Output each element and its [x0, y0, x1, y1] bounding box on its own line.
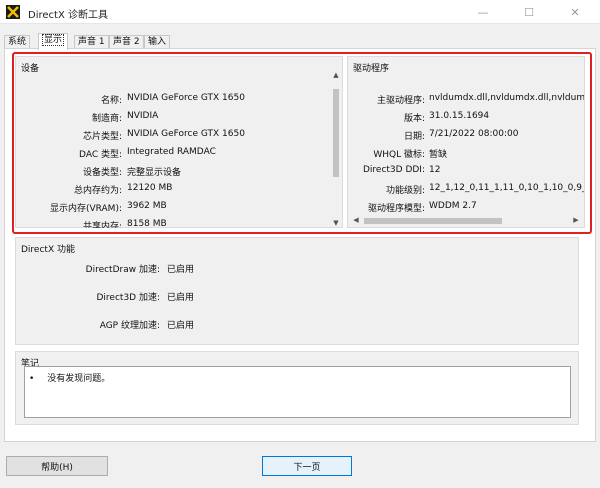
driver-scrollbar[interactable]: ◀ ▶: [350, 215, 582, 227]
device-row: 共享内存: 8158 MB: [16, 219, 326, 228]
driver-group-title: 驱动程序: [353, 64, 390, 74]
driver-value: 12_1,12_0,11_1,11_0,10_1,10_0,9_3,9_2: [429, 183, 585, 193]
driver-value: 12: [429, 165, 441, 175]
directx-icon: [6, 5, 20, 19]
scroll-down-arrow-icon[interactable]: ▼: [330, 219, 342, 227]
driver-value: nvldumdx.dll,nvldumdx.dll,nvldumdx.c: [429, 93, 585, 103]
help-button[interactable]: 帮助(H): [6, 456, 108, 476]
device-value: 3962 MB: [127, 201, 167, 211]
tab-sound-2[interactable]: 声音 2: [109, 35, 144, 49]
feature-label: AGP 纹理加速:: [99, 321, 160, 331]
maximize-button[interactable]: ☐: [506, 0, 552, 24]
scroll-thumb[interactable]: [364, 218, 502, 224]
driver-label: 驱动程序模型:: [367, 204, 425, 214]
driver-label: Direct3D DDI:: [362, 165, 425, 175]
tab-panel: 设备 名称: NVIDIA GeForce GTX 1650 制造商: NVID…: [4, 48, 596, 442]
tab-input[interactable]: 输入: [144, 35, 171, 49]
next-page-button[interactable]: 下一页: [262, 456, 352, 476]
device-value: NVIDIA GeForce GTX 1650: [127, 129, 245, 139]
driver-value: 7/21/2022 08:00:00: [429, 129, 519, 139]
driver-label: WHQL 徽标:: [373, 150, 425, 160]
scroll-up-arrow-icon[interactable]: ▲: [330, 71, 342, 79]
features-group-title: DirectX 功能: [21, 245, 75, 255]
tab-label: 显示: [42, 34, 65, 46]
device-label: 芯片类型:: [82, 132, 122, 142]
driver-label: 日期:: [403, 132, 425, 142]
driver-label: 主驱动程序:: [376, 96, 425, 106]
feature-value: 已启用: [167, 321, 195, 331]
device-label: DAC 类型:: [79, 150, 122, 160]
tab-label: 声音 2: [113, 37, 140, 47]
tab-display[interactable]: 显示: [38, 33, 69, 50]
notes-item: • 没有发现问题。: [29, 371, 110, 384]
scroll-thumb[interactable]: [333, 89, 339, 177]
device-group: 设备 名称: NVIDIA GeForce GTX 1650 制造商: NVID…: [15, 56, 343, 228]
feature-value: 已启用: [167, 265, 195, 275]
device-label: 名称:: [100, 96, 122, 106]
device-label: 制造商:: [91, 114, 122, 124]
feature-label: Direct3D 加速:: [96, 293, 161, 303]
device-value: 8158 MB: [127, 219, 167, 228]
device-label: 设备类型:: [82, 168, 122, 178]
driver-value: 31.0.15.1694: [429, 111, 490, 121]
device-value: NVIDIA GeForce GTX 1650: [127, 93, 245, 103]
feature-value: 已启用: [167, 293, 195, 303]
tab-label: 输入: [148, 37, 167, 47]
driver-label: 版本:: [403, 114, 425, 124]
notes-textbox[interactable]: • 没有发现问题。: [24, 366, 571, 418]
device-value: Integrated RAMDAC: [127, 147, 216, 157]
device-group-title: 设备: [21, 64, 40, 74]
device-value: 完整显示设备: [127, 168, 182, 178]
driver-label: 功能级别:: [385, 186, 425, 196]
scroll-left-arrow-icon[interactable]: ◀: [350, 216, 362, 224]
minimize-button[interactable]: —: [460, 0, 506, 24]
title-bar: DirectX 诊断工具 — ☐ ✕: [0, 0, 600, 24]
driver-value: 暂缺: [429, 150, 448, 160]
directx-features-group: DirectX 功能 DirectDraw 加速: 已启用 Direct3D 加…: [15, 237, 579, 345]
device-label: 显示内存(VRAM):: [49, 204, 122, 214]
device-label: 共享内存:: [82, 222, 122, 228]
device-scrollbar[interactable]: ▲ ▼: [330, 71, 342, 227]
driver-group: 驱动程序 主驱动程序: nvldumdx.dll,nvldumdx.dll,nv…: [347, 56, 585, 228]
notes-group: 笔记 • 没有发现问题。: [15, 351, 579, 425]
tab-label: 系统: [8, 37, 27, 47]
feature-label: DirectDraw 加速:: [85, 265, 160, 275]
notes-item-text: 没有发现问题。: [47, 374, 111, 384]
device-value: 12120 MB: [127, 183, 173, 193]
tab-sound-1[interactable]: 声音 1: [74, 35, 109, 49]
device-label: 总内存约为:: [73, 186, 122, 196]
device-value: NVIDIA: [127, 111, 159, 121]
tab-label: 声音 1: [78, 37, 105, 47]
bullet-icon: •: [29, 374, 35, 384]
scroll-right-arrow-icon[interactable]: ▶: [570, 216, 582, 224]
close-button[interactable]: ✕: [552, 0, 598, 24]
driver-value: WDDM 2.7: [429, 201, 477, 211]
tab-system[interactable]: 系统: [4, 35, 31, 49]
window-title: DirectX 诊断工具: [28, 10, 108, 21]
